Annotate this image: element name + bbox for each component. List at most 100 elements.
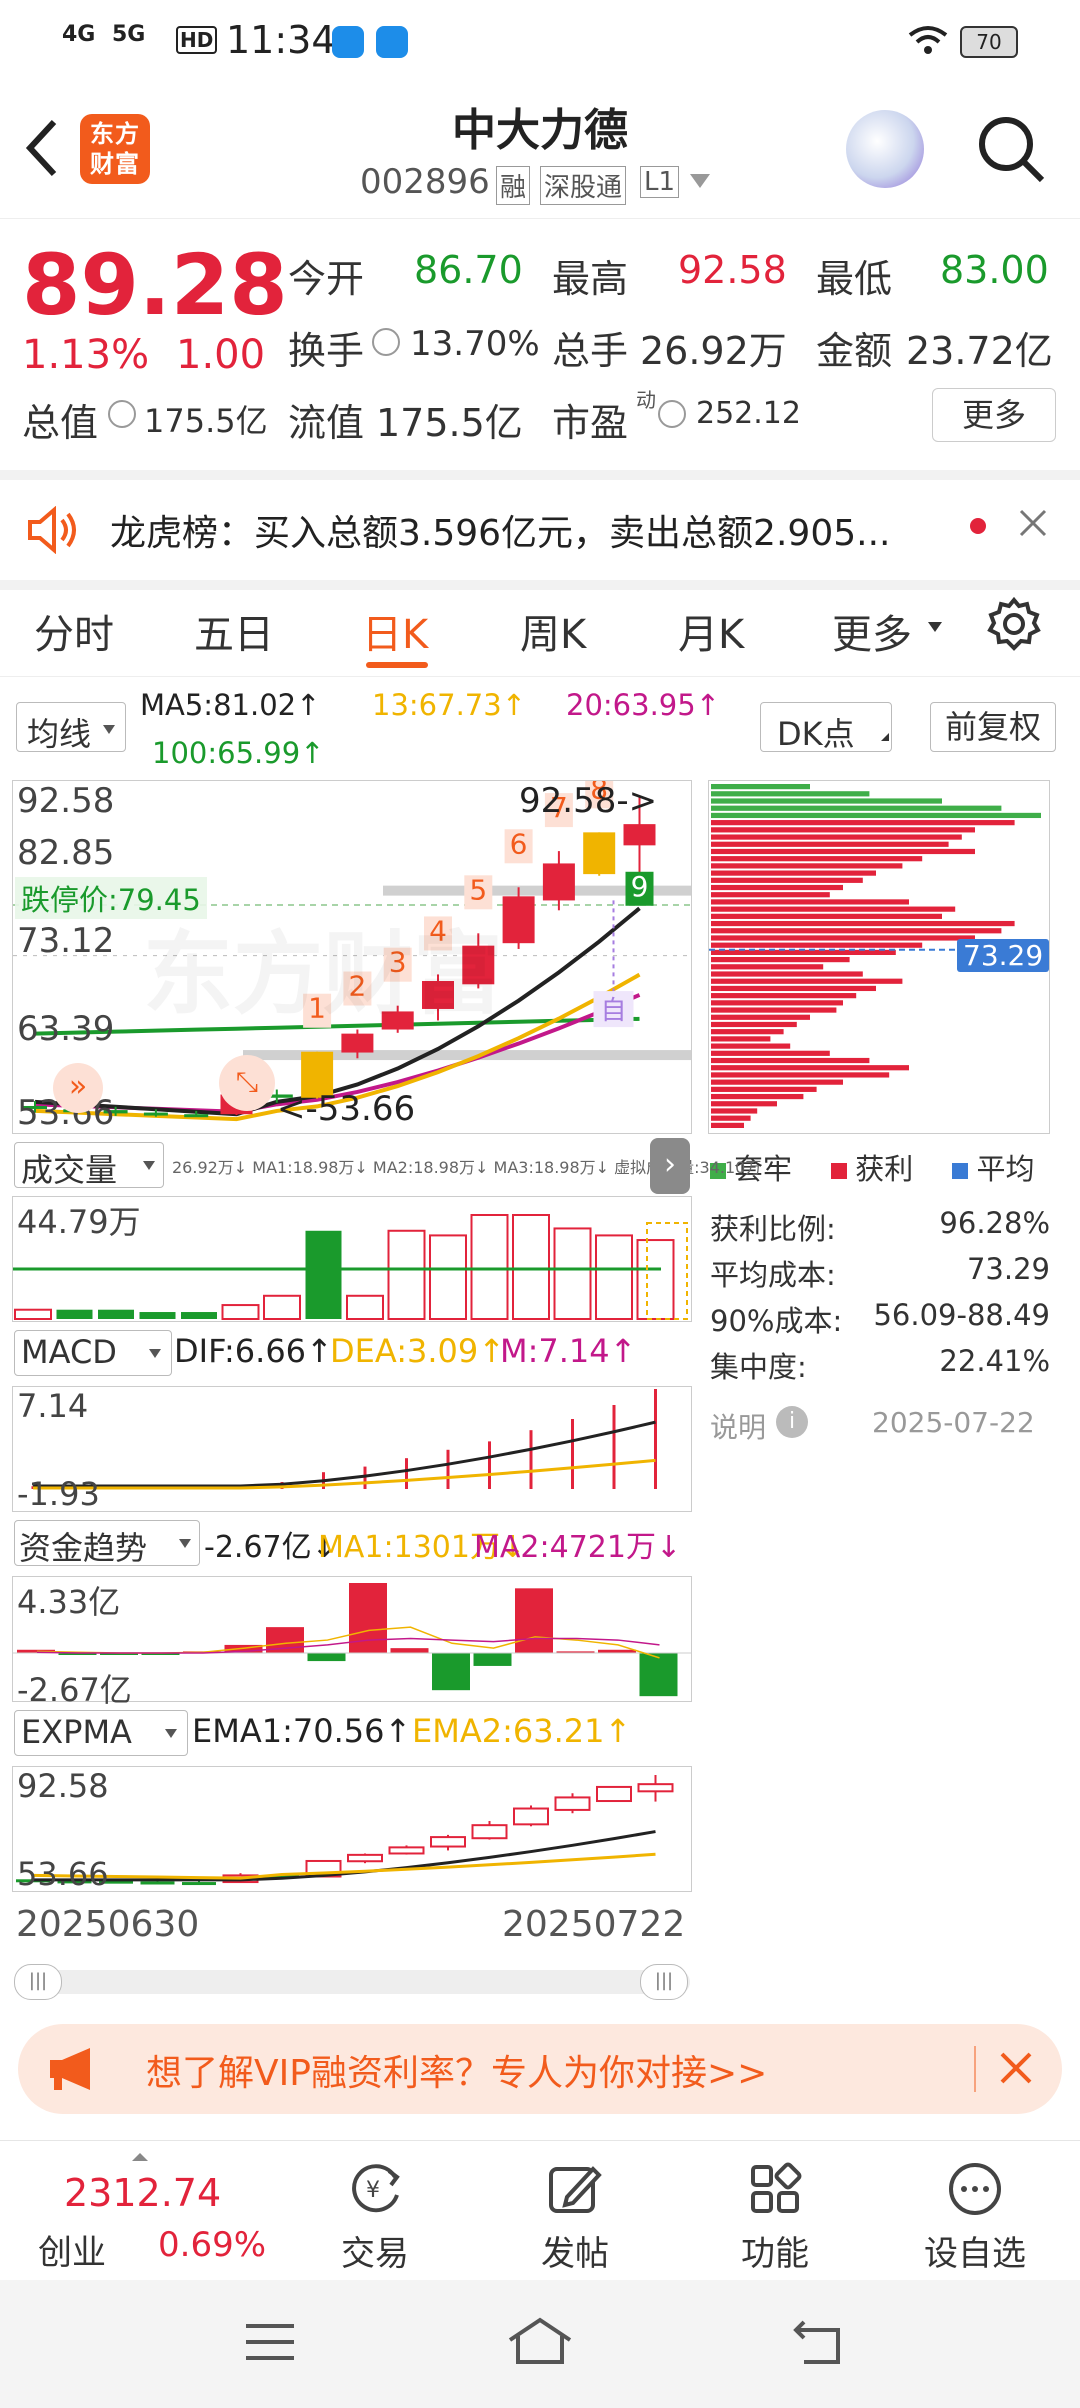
ma100-value: 100:65.99↑ [152,736,325,770]
settings-gear-icon[interactable] [986,596,1042,656]
nav-watchlist[interactable]: 设自选 [900,2161,1050,2275]
tab-monthly-k[interactable]: 月K [678,602,744,660]
info-dots-icon-2[interactable] [108,400,136,428]
menu-icon[interactable] [244,2320,296,2368]
nav-trade-label: 交易 [341,2234,409,2274]
high-value: 92.58 [678,248,787,292]
chip-bar [711,1014,810,1020]
td-sequence-label: 6 [510,827,528,860]
chip-bar [711,935,975,941]
more-dropdown-icon[interactable] [928,622,942,632]
tab-intraday[interactable]: 分时 [34,602,114,660]
nav-functions[interactable]: 功能 [700,2161,850,2275]
index-name[interactable]: 创业 [38,2225,106,2274]
nav-trade[interactable]: ¥ 交易 [300,2161,450,2275]
promo-close-icon[interactable] [998,2050,1034,2090]
macd-dif: DIF:6.66↑ [174,1332,333,1370]
expma-candle-body [554,1796,591,1811]
index-value[interactable]: 2312.74 [64,2171,221,2215]
last-price: 89.28 [22,236,288,334]
range-scroller[interactable]: ||| ||| [14,1964,690,2000]
back-nav-icon[interactable] [792,2318,844,2370]
speaker-icon [26,505,80,558]
dk-point-button[interactable]: DK点 [760,702,892,753]
volume-bar [553,1227,592,1321]
battery-icon: 70 [960,26,1018,58]
expma-candle-body [637,1783,674,1793]
robot-assistant-icon[interactable] [846,110,924,188]
expma-selector-label: EXPMA [21,1713,132,1751]
volume-value: 26.92万 [640,329,787,373]
macd-dea: DEA:3.09↑ [330,1332,506,1370]
fund-dropdown-icon [179,1539,191,1548]
volume-selector[interactable]: 成交量 [14,1142,164,1189]
chip-date: 2025-07-22 [872,1406,1035,1439]
chip-bar [711,820,1015,826]
legend-profit: 获利 [855,1152,914,1186]
tab-weekly-k[interactable]: 周K [520,602,586,660]
kline-chart[interactable]: 123456789自 东方财富 92.58 82.85 73.12 63.39 … [12,780,692,1134]
fund-chart[interactable]: 4.33亿 -2.67亿 [12,1576,692,1709]
index-expand-icon[interactable] [132,2153,148,2161]
fullscreen-icon[interactable]: ⤡ [219,1055,275,1111]
chip-row-avg-cost: 平均成本: 73.29 [710,1252,1050,1294]
expand-left-icon[interactable]: » [53,1063,103,1113]
td-sequence-label: 9 [631,870,649,903]
fund-bar [473,1653,512,1666]
expand-right-icon[interactable]: › [650,1138,690,1194]
info-dots-icon[interactable] [372,328,400,356]
macd-chart[interactable]: 7.14 -1.93 [12,1386,692,1513]
expma-chart[interactable]: 92.58 53.66 [12,1766,692,1893]
search-icon[interactable] [976,114,1046,188]
tab-daily-k[interactable]: 日K [362,602,428,660]
candle-body [502,896,535,944]
nav-post[interactable]: 发帖 [500,2161,650,2275]
level-dropdown-icon[interactable] [690,174,710,188]
index-percent[interactable]: 0.69% [158,2225,266,2265]
chip-bar [711,827,975,833]
macd-dea-line [33,1458,656,1490]
tab-five-day[interactable]: 五日 [194,602,274,660]
chip-bar [711,942,923,948]
chip-row-label: 平均成本: [710,1258,836,1292]
legend-avg: 平均 [976,1152,1035,1186]
chip-row-value: 96.28% [939,1206,1050,1240]
fund-selector-label: 资金趋势 [19,1529,148,1567]
vip-promo-banner[interactable]: 想了解VIP融资利率？专人为你对接>> [18,2024,1062,2114]
tab-more[interactable]: 更多 [832,602,912,660]
candle-body [583,832,616,875]
range-handle-left[interactable]: ||| [14,1964,62,2000]
chip-note-label[interactable]: 说明 [710,1406,766,1446]
open-label: 今开 [288,257,365,301]
expma-selector[interactable]: EXPMA [14,1710,188,1756]
fund-selector[interactable]: 资金趋势 [14,1520,200,1567]
fund-bar [307,1653,346,1662]
info-dots-icon-3[interactable] [658,400,686,428]
home-icon[interactable] [506,2316,574,2370]
more-button[interactable]: 更多 [932,388,1056,442]
chip-bar [711,834,962,840]
volume-bar [595,1234,633,1320]
stock-header: 东方财富 中大力德 002896 融 深股通 L1 [0,80,1080,219]
close-icon[interactable] [1018,508,1048,542]
info-icon[interactable]: i [776,1406,808,1438]
wifi-icon [908,24,948,64]
ma-selector[interactable]: 均线 [16,702,126,753]
volume-chart[interactable]: 44.79万 [12,1196,692,1322]
pe-label: 市盈 [552,401,629,445]
level-tag[interactable]: L1 [640,166,680,198]
macd-dropdown-icon [149,1349,161,1358]
amount-label: 金额 [816,329,893,373]
notice-bar[interactable]: 龙虎榜：买入总额3.596亿元，卖出总额2.905... [0,470,1080,590]
chip-bar [711,1122,744,1128]
quote-panel: 89.28 1.13% 1.00 今开 86.70 最高 92.58 最低 83… [0,218,1080,468]
ma-dropdown-icon [103,725,115,734]
svg-text:¥: ¥ [366,2178,380,2203]
adjust-mode-button[interactable]: 前复权 [930,702,1056,752]
margin-tag: 融 [496,166,531,205]
chip-bar [711,1093,804,1100]
macd-selector[interactable]: MACD [14,1330,172,1376]
volume-bar [139,1312,176,1319]
turnover-label: 换手 [288,329,365,373]
range-handle-right[interactable]: ||| [640,1964,688,2000]
